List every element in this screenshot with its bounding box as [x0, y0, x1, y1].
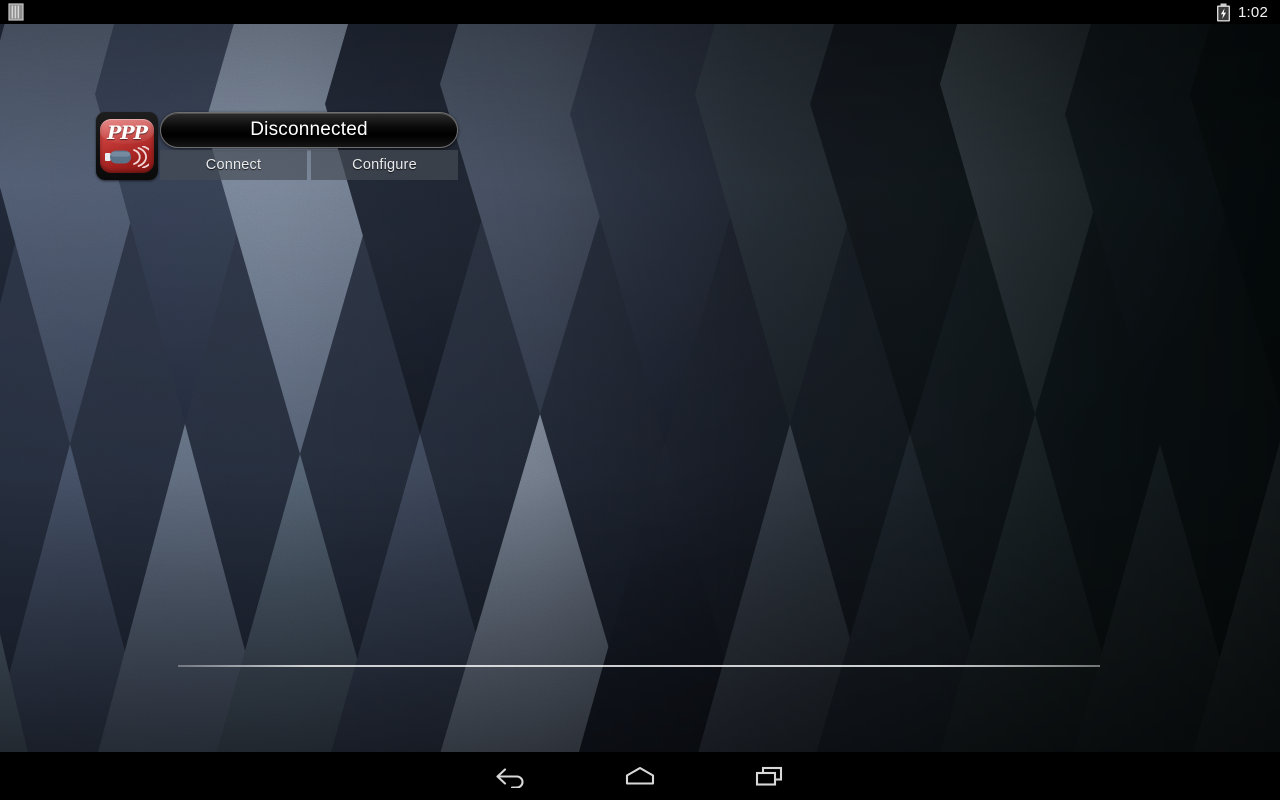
- ppp-icon-label: PPP: [107, 122, 148, 144]
- status-bar-right: 1:02: [1216, 3, 1280, 22]
- ppp-app-icon: PPP: [100, 119, 154, 173]
- connect-button[interactable]: Connect: [160, 150, 307, 180]
- status-bar[interactable]: 1:02: [0, 0, 1280, 24]
- back-button[interactable]: [468, 752, 554, 800]
- status-bar-clock: 1:02: [1238, 3, 1268, 21]
- android-home-screen: 1:02 PPP Disconnected Connect Configure: [0, 0, 1280, 800]
- recent-apps-icon: [755, 766, 783, 786]
- navigation-bar: [0, 752, 1280, 800]
- ppp-status-text: Disconnected: [250, 119, 368, 140]
- dock-divider: [178, 665, 1100, 667]
- recents-button[interactable]: [726, 752, 812, 800]
- battery-charging-icon: [1217, 3, 1230, 21]
- configure-button[interactable]: Configure: [311, 150, 458, 180]
- usb-modem-icon: [105, 146, 149, 168]
- ppp-status-bar[interactable]: Disconnected: [160, 112, 458, 148]
- connect-button-label: Connect: [205, 157, 262, 173]
- configure-button-label: Configure: [352, 157, 417, 173]
- dock: [0, 676, 1280, 752]
- status-bar-left: [0, 3, 24, 21]
- ppp-widget[interactable]: PPP Disconnected Connect Configure: [96, 112, 458, 180]
- home-icon: [625, 766, 655, 785]
- back-arrow-icon: [496, 768, 524, 788]
- ppp-widget-buttons: Connect Configure: [160, 150, 458, 180]
- home-button[interactable]: [597, 752, 683, 800]
- ppp-widget-icon-container[interactable]: PPP: [96, 112, 158, 180]
- sim-card-icon: [8, 3, 24, 21]
